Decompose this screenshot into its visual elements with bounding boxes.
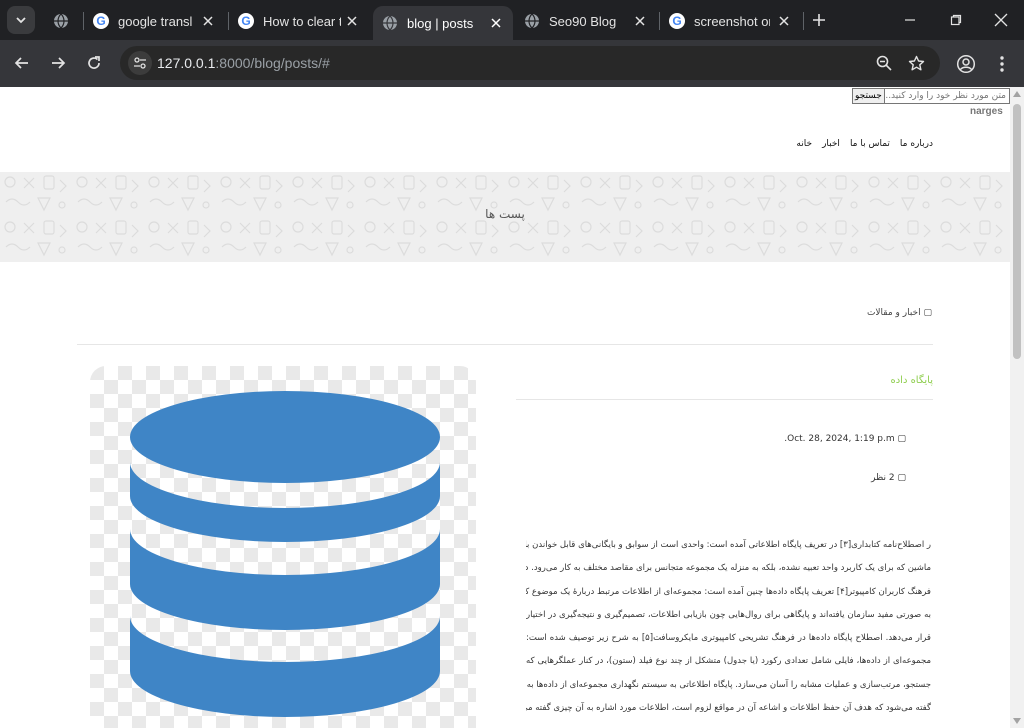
search-input[interactable] <box>879 88 1010 104</box>
tab-strip: G google transl G How to clear t blog | … <box>0 0 1024 40</box>
tab-4[interactable]: Seo90 Blog <box>515 6 657 36</box>
arrow-right-icon <box>52 57 66 69</box>
tune-icon <box>134 57 146 69</box>
post-image <box>90 366 476 728</box>
account-icon <box>956 54 976 74</box>
nav-item-contact[interactable]: تماس با ما <box>850 139 890 149</box>
tab-2[interactable]: G How to clear t <box>229 6 371 36</box>
tab-title: google transl <box>118 13 193 29</box>
star-icon <box>908 55 924 70</box>
breadcrumb[interactable]: ▢ اخبار و مقالات <box>867 308 932 318</box>
minimize-icon <box>905 19 915 21</box>
reload-icon <box>88 56 100 69</box>
close-icon <box>994 13 1008 27</box>
tab-3-active[interactable]: blog | posts <box>373 6 513 40</box>
url-host: 127.0.0.1 <box>157 55 216 71</box>
page-scrollbar[interactable] <box>1010 87 1024 728</box>
nav-item-home[interactable]: خانه <box>796 139 812 149</box>
nav-item-about[interactable]: درباره ما <box>900 139 933 149</box>
back-button[interactable] <box>7 48 37 78</box>
username: narges <box>970 106 1003 117</box>
database-icon <box>90 366 476 728</box>
page-viewport: جستجو narges خانه اخبار تماس با ما دربار… <box>0 87 1024 728</box>
reload-button[interactable] <box>79 48 109 78</box>
post-body: ر اصطلاح‌نامه کتابداری[۳] در تعریف پایگا… <box>526 534 931 720</box>
tab-title: screenshot or <box>694 13 770 29</box>
globe-icon <box>525 13 539 29</box>
post-divider <box>516 399 933 400</box>
post-body-line: قرار می‌دهد. اصطلاح پایگاه داده‌ها در فر… <box>526 633 931 644</box>
close-icon[interactable] <box>632 13 648 29</box>
post-body-line: جستجو، مرتب‌سازی و عملیات مشابه را آسان … <box>526 679 931 690</box>
globe-icon <box>54 13 68 29</box>
folder-icon: ▢ <box>920 308 932 318</box>
restore-icon <box>950 14 962 26</box>
post-comments-text: 2 نظر <box>871 473 895 483</box>
page-title: پست ها <box>485 207 525 221</box>
zoom-out-icon <box>876 55 892 71</box>
close-icon[interactable] <box>344 13 360 29</box>
close-icon[interactable] <box>488 15 504 31</box>
post-comments[interactable]: ▢ 2 نظر <box>871 473 906 483</box>
new-tab-button[interactable] <box>808 8 830 32</box>
scroll-down-arrow[interactable] <box>1013 718 1021 724</box>
scroll-thumb[interactable] <box>1013 104 1021 359</box>
main-nav: خانه اخبار تماس با ما درباره ما <box>796 139 933 149</box>
minimize-button[interactable] <box>887 0 933 40</box>
post-date-text: Oct. 28, 2024, 1:19 p.m. <box>784 434 895 444</box>
page-banner: پست ها <box>0 172 1010 262</box>
browser-window: G google transl G How to clear t blog | … <box>0 0 1024 728</box>
nav-item-news[interactable]: اخبار <box>822 139 840 149</box>
address-bar[interactable]: 127.0.0.1:8000/blog/posts/# <box>120 46 940 80</box>
site-info-button[interactable] <box>128 51 152 75</box>
profile-button[interactable] <box>954 52 978 76</box>
post-body-line: مجموعه‌ای از داده‌ها، فایلی شامل تعدادی … <box>526 656 931 667</box>
arrow-left-icon <box>14 57 28 69</box>
post-body-line: ماشین که برای یک کاربرد واحد تعبیه نشده،… <box>526 563 931 574</box>
post-body-line: فرهنگ کاربران کامپیوتر[۴] تعریف پایگاه د… <box>526 586 931 597</box>
google-icon: G <box>238 13 254 29</box>
search-button[interactable]: جستجو <box>852 88 885 104</box>
post-date: ▢ Oct. 28, 2024, 1:19 p.m. <box>784 434 906 444</box>
bookmark-button[interactable] <box>907 54 925 72</box>
forward-button[interactable] <box>43 48 73 78</box>
restore-button[interactable] <box>933 0 979 40</box>
post-body-line: ر اصطلاح‌نامه کتابداری[۳] در تعریف پایگا… <box>526 540 931 550</box>
tab-5[interactable]: G screenshot or <box>660 6 802 36</box>
url-path: :8000/blog/posts/# <box>215 55 330 71</box>
tab-title: blog | posts <box>407 15 474 31</box>
scroll-up-arrow[interactable] <box>1013 91 1021 97</box>
comment-icon: ▢ <box>894 473 906 483</box>
post-title[interactable]: پایگاه داده <box>890 375 933 386</box>
breadcrumb-label: اخبار و مقالات <box>866 308 921 318</box>
calendar-icon: ▢ <box>894 434 906 444</box>
browser-toolbar: 127.0.0.1:8000/blog/posts/# <box>0 40 1024 87</box>
post-body-line: گفته می‌شود که هدف آن حفظ اطلاعات و اشاع… <box>526 703 931 714</box>
tab-title: How to clear t <box>263 13 341 29</box>
google-icon: G <box>93 13 109 29</box>
close-window-button[interactable] <box>978 0 1024 40</box>
more-vert-icon <box>1000 56 1004 72</box>
tab-0[interactable] <box>44 6 80 36</box>
close-icon[interactable] <box>776 13 792 29</box>
globe-icon <box>383 15 397 31</box>
tab-search-button[interactable] <box>7 6 35 34</box>
plus-icon <box>813 14 825 26</box>
tab-separator <box>803 12 804 30</box>
close-icon[interactable] <box>200 13 216 29</box>
chevron-down-icon <box>16 17 26 24</box>
zoom-button[interactable] <box>875 54 893 72</box>
google-icon: G <box>669 13 685 29</box>
url-text[interactable]: 127.0.0.1:8000/blog/posts/# <box>157 55 330 71</box>
tab-1[interactable]: G google transl <box>84 6 226 36</box>
tab-title: Seo90 Blog <box>549 13 617 29</box>
divider <box>77 344 933 345</box>
post-body-line: به صورتی مفید سازمان یافته‌اند و پایگاهی… <box>526 609 931 620</box>
browser-menu-button[interactable] <box>990 52 1014 76</box>
